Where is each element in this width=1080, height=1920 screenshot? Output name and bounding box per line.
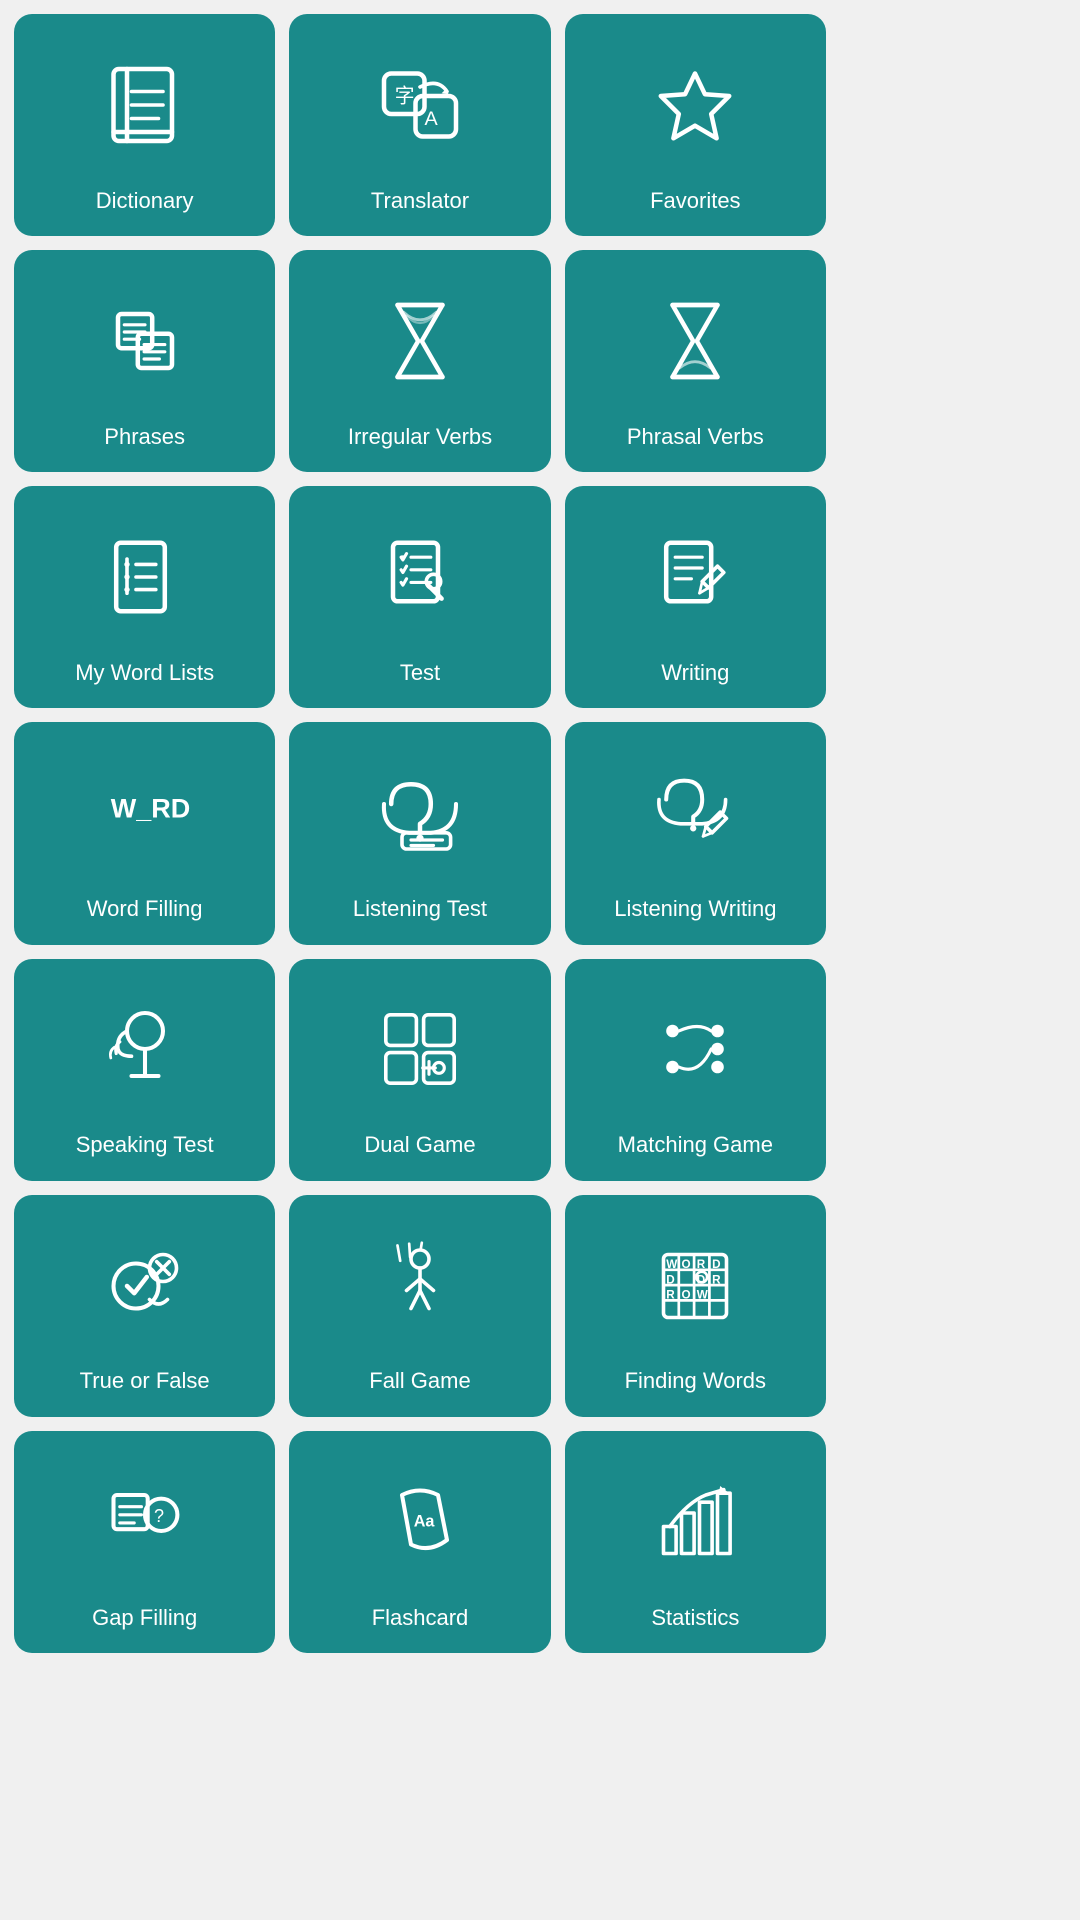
card-flashcard[interactable]: Aa Flashcard	[289, 1431, 550, 1653]
svg-text:W: W	[697, 1288, 709, 1301]
phrasal-verbs-label: Phrasal Verbs	[627, 424, 764, 450]
irregular-verbs-label: Irregular Verbs	[348, 424, 492, 450]
irregular-verbs-icon	[299, 268, 540, 414]
favorites-icon	[575, 32, 816, 178]
listening-test-icon	[299, 740, 540, 886]
phrases-icon	[24, 268, 265, 414]
svg-text:R: R	[712, 1273, 721, 1286]
true-or-false-icon	[24, 1213, 265, 1359]
dictionary-icon	[24, 32, 265, 178]
svg-text:字: 字	[395, 85, 415, 107]
card-true-or-false[interactable]: True or False	[14, 1195, 275, 1417]
card-writing[interactable]: Writing	[565, 486, 826, 708]
card-irregular-verbs[interactable]: Irregular Verbs	[289, 250, 550, 472]
svg-text:Aa: Aa	[414, 1512, 436, 1530]
svg-text:D: D	[697, 1273, 705, 1286]
phrases-label: Phrases	[104, 424, 185, 450]
finding-words-icon: WORDDDRROW	[575, 1213, 816, 1359]
svg-text:R: R	[667, 1288, 676, 1301]
matching-game-icon	[575, 977, 816, 1123]
main-grid: Dictionary 字A Translator Favorites Phrases Ir…	[0, 0, 840, 1667]
speaking-test-label: Speaking Test	[76, 1132, 214, 1158]
card-phrases[interactable]: Phrases	[14, 250, 275, 472]
svg-text:O: O	[682, 1258, 691, 1271]
favorites-label: Favorites	[650, 188, 740, 214]
card-test[interactable]: Test	[289, 486, 550, 708]
true-or-false-label: True or False	[80, 1368, 210, 1394]
test-label: Test	[400, 660, 440, 686]
svg-text:R: R	[697, 1258, 706, 1271]
gap-filling-label: Gap Filling	[92, 1605, 197, 1631]
fall-game-label: Fall Game	[369, 1368, 470, 1394]
writing-icon	[575, 504, 816, 650]
matching-game-label: Matching Game	[618, 1132, 773, 1158]
phrasal-verbs-icon	[575, 268, 816, 414]
speaking-test-icon	[24, 977, 265, 1123]
finding-words-label: Finding Words	[625, 1368, 766, 1394]
dual-game-label: Dual Game	[364, 1132, 475, 1158]
fall-game-icon	[299, 1213, 540, 1359]
dual-game-icon	[299, 977, 540, 1123]
card-dual-game[interactable]: Dual Game	[289, 959, 550, 1181]
statistics-icon	[575, 1449, 816, 1595]
translator-label: Translator	[371, 188, 469, 214]
flashcard-icon: Aa	[299, 1449, 540, 1595]
listening-writing-icon	[575, 740, 816, 886]
card-fall-game[interactable]: Fall Game	[289, 1195, 550, 1417]
svg-text:A: A	[424, 108, 438, 130]
writing-label: Writing	[661, 660, 729, 686]
card-dictionary[interactable]: Dictionary	[14, 14, 275, 236]
card-favorites[interactable]: Favorites	[565, 14, 826, 236]
card-listening-test[interactable]: Listening Test	[289, 722, 550, 944]
gap-filling-icon: ?	[24, 1449, 265, 1595]
listening-writing-label: Listening Writing	[614, 896, 776, 922]
dictionary-label: Dictionary	[96, 188, 194, 214]
listening-test-label: Listening Test	[353, 896, 487, 922]
svg-text:?: ?	[154, 1506, 164, 1526]
my-word-lists-label: My Word Lists	[75, 660, 214, 686]
svg-text:O: O	[682, 1288, 691, 1301]
card-translator[interactable]: 字A Translator	[289, 14, 550, 236]
flashcard-label: Flashcard	[372, 1605, 469, 1631]
card-word-filling[interactable]: W_RD Word Filling	[14, 722, 275, 944]
my-word-lists-icon	[24, 504, 265, 650]
test-icon	[299, 504, 540, 650]
card-matching-game[interactable]: Matching Game	[565, 959, 826, 1181]
translator-icon: 字A	[299, 32, 540, 178]
svg-text:D: D	[712, 1258, 720, 1271]
statistics-label: Statistics	[651, 1605, 739, 1631]
card-my-word-lists[interactable]: My Word Lists	[14, 486, 275, 708]
card-listening-writing[interactable]: Listening Writing	[565, 722, 826, 944]
svg-text:W_RD: W_RD	[110, 794, 189, 824]
word-filling-label: Word Filling	[87, 896, 203, 922]
svg-text:W: W	[667, 1258, 679, 1271]
card-finding-words[interactable]: WORDDDRROWFinding Words	[565, 1195, 826, 1417]
card-speaking-test[interactable]: Speaking Test	[14, 959, 275, 1181]
card-gap-filling[interactable]: ? Gap Filling	[14, 1431, 275, 1653]
word-filling-icon: W_RD	[24, 740, 265, 886]
svg-text:D: D	[667, 1273, 675, 1286]
card-phrasal-verbs[interactable]: Phrasal Verbs	[565, 250, 826, 472]
card-statistics[interactable]: Statistics	[565, 1431, 826, 1653]
